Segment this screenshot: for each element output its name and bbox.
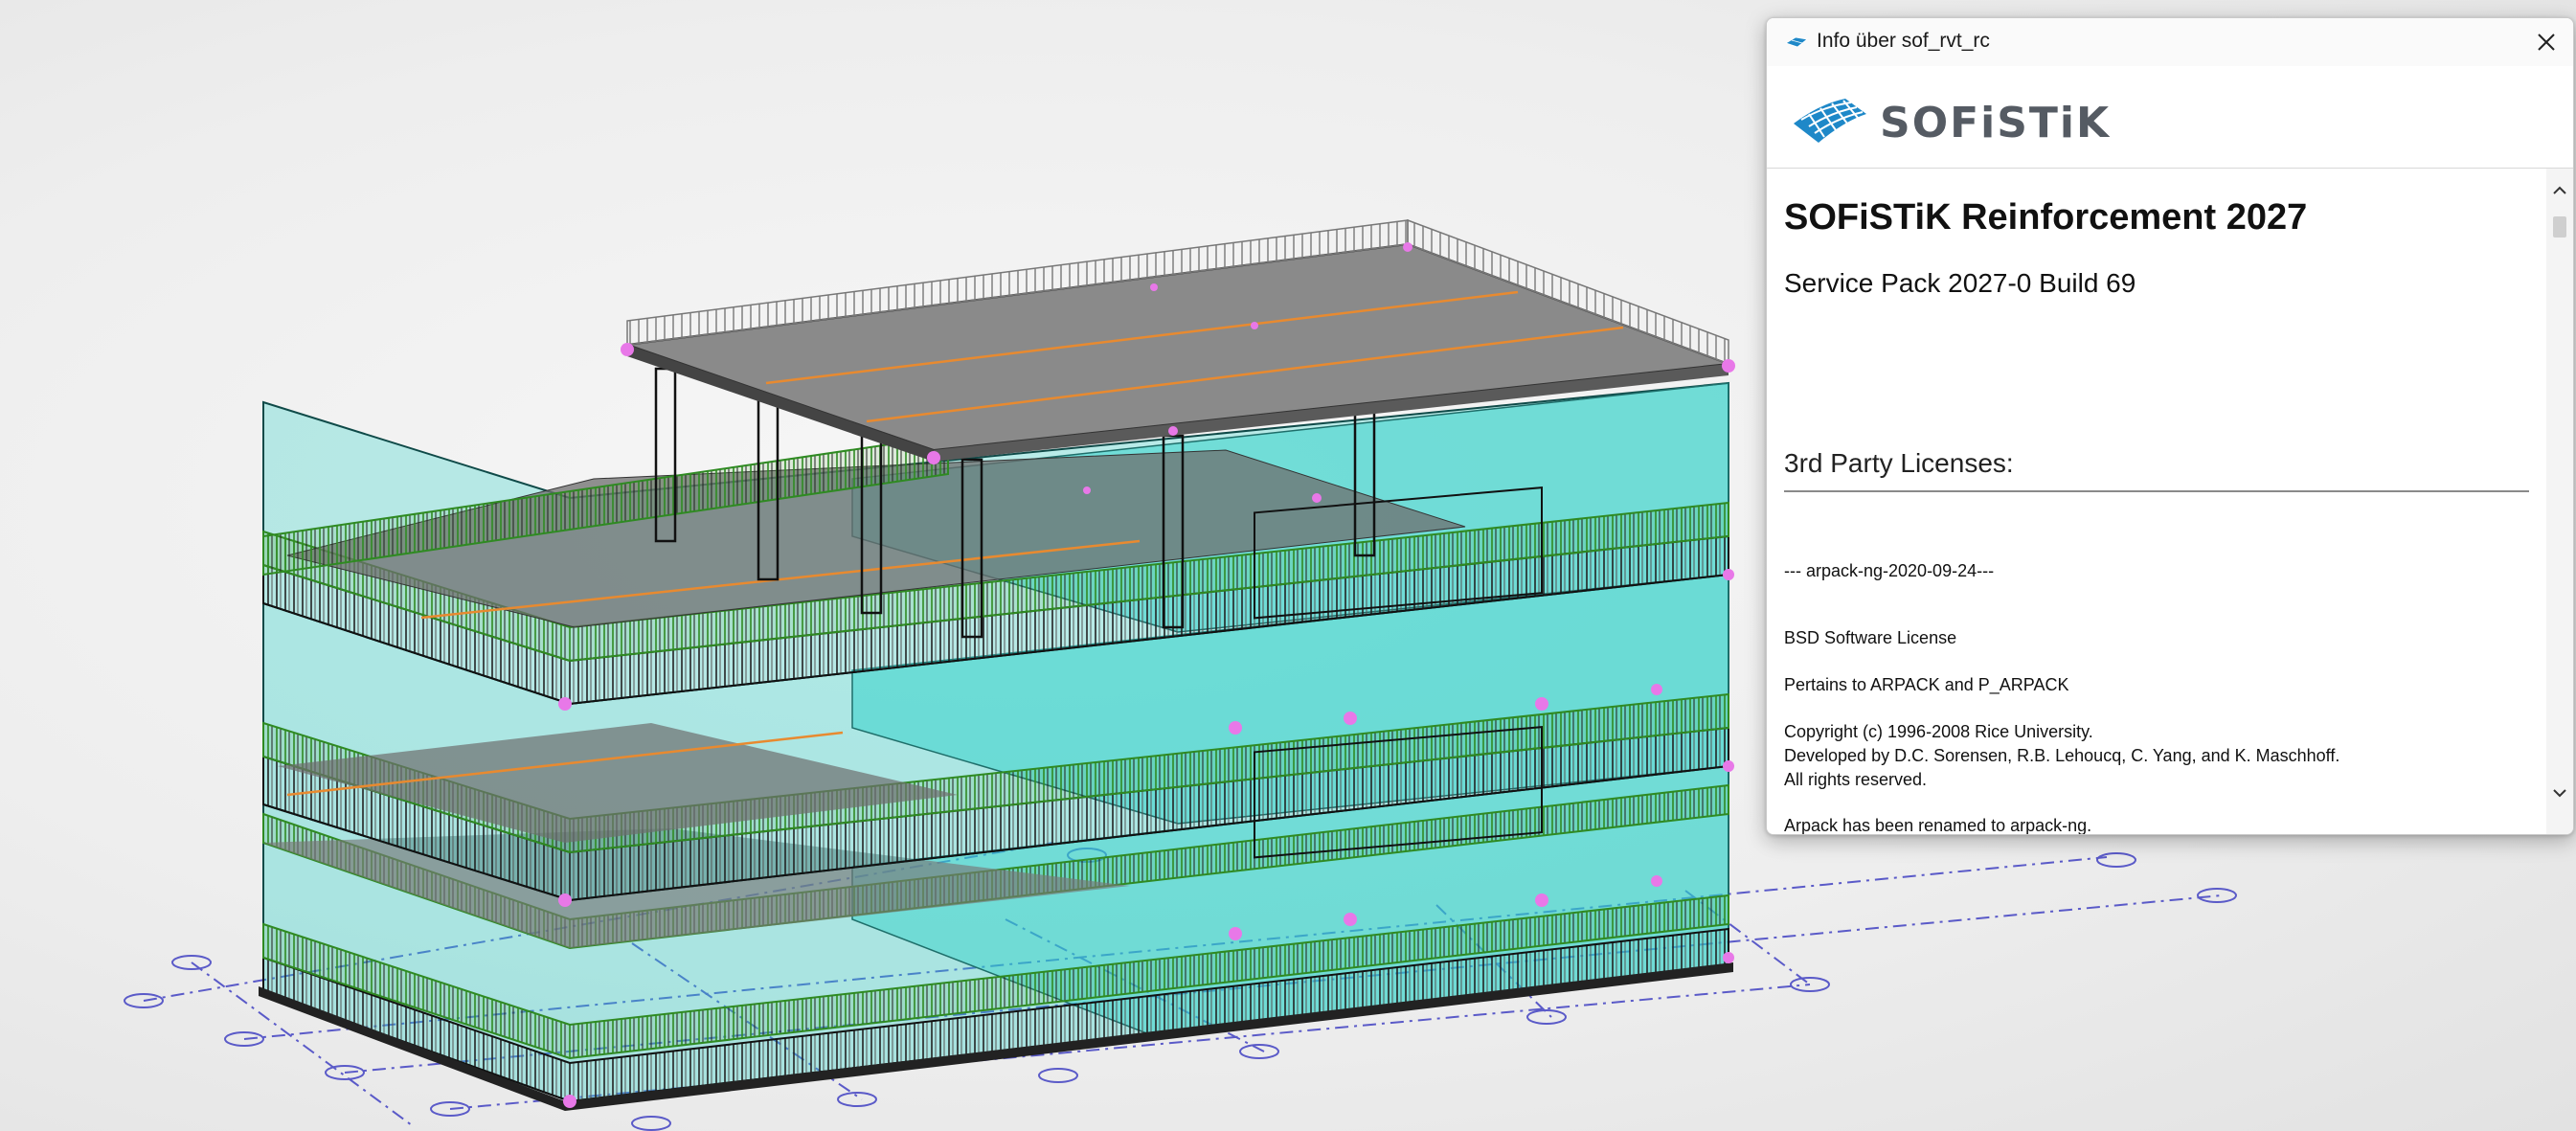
info-dialog: Info über sof_rvt_rc SOFiSTiK SOFiSTiK R…	[1766, 17, 2574, 835]
product-title: SOFiSTiK Reinforcement 2027	[1784, 197, 2308, 238]
chevron-down-icon[interactable]	[2552, 787, 2567, 799]
service-pack-text: Service Pack 2027-0 Build 69	[1784, 268, 2136, 298]
license-line: Pertains to ARPACK and P_ARPACK	[1784, 675, 2069, 694]
about-content[interactable]: SOFiSTiK Reinforcement 2027 Service Pack…	[1767, 169, 2546, 834]
chevron-up-icon[interactable]	[2552, 185, 2567, 196]
sofistik-app-icon	[1785, 36, 1808, 48]
scroll-down-button[interactable]	[2546, 780, 2573, 805]
dialog-title: Info über sof_rvt_rc	[1817, 30, 1990, 52]
license-line: --- arpack-ng-2020-09-24---	[1784, 561, 1995, 580]
dialog-titlebar[interactable]: Info über sof_rvt_rc	[1767, 18, 2573, 66]
logo-wordmark: SOFiSTiK	[1880, 99, 2112, 147]
close-button[interactable]	[2520, 18, 2573, 66]
sofistik-logo-icon	[1794, 99, 1866, 143]
license-line: Copyright (c) 1996-2008 Rice University.	[1784, 722, 2093, 741]
license-line: Arpack has been renamed to arpack-ng.	[1784, 816, 2092, 835]
license-line: All rights reserved.	[1784, 770, 1928, 789]
scroll-thumb[interactable]	[2553, 216, 2566, 238]
logo-banner: SOFiSTiK	[1767, 66, 2573, 169]
heading-divider	[1784, 490, 2529, 492]
close-icon[interactable]	[2536, 32, 2557, 53]
vertical-scrollbar[interactable]	[2546, 169, 2573, 834]
license-line: BSD Software License	[1784, 628, 1957, 647]
license-line: Developed by D.C. Sorensen, R.B. Lehoucq…	[1784, 746, 2340, 765]
scroll-up-button[interactable]	[2546, 178, 2573, 203]
licenses-heading: 3rd Party Licenses:	[1784, 448, 2014, 478]
